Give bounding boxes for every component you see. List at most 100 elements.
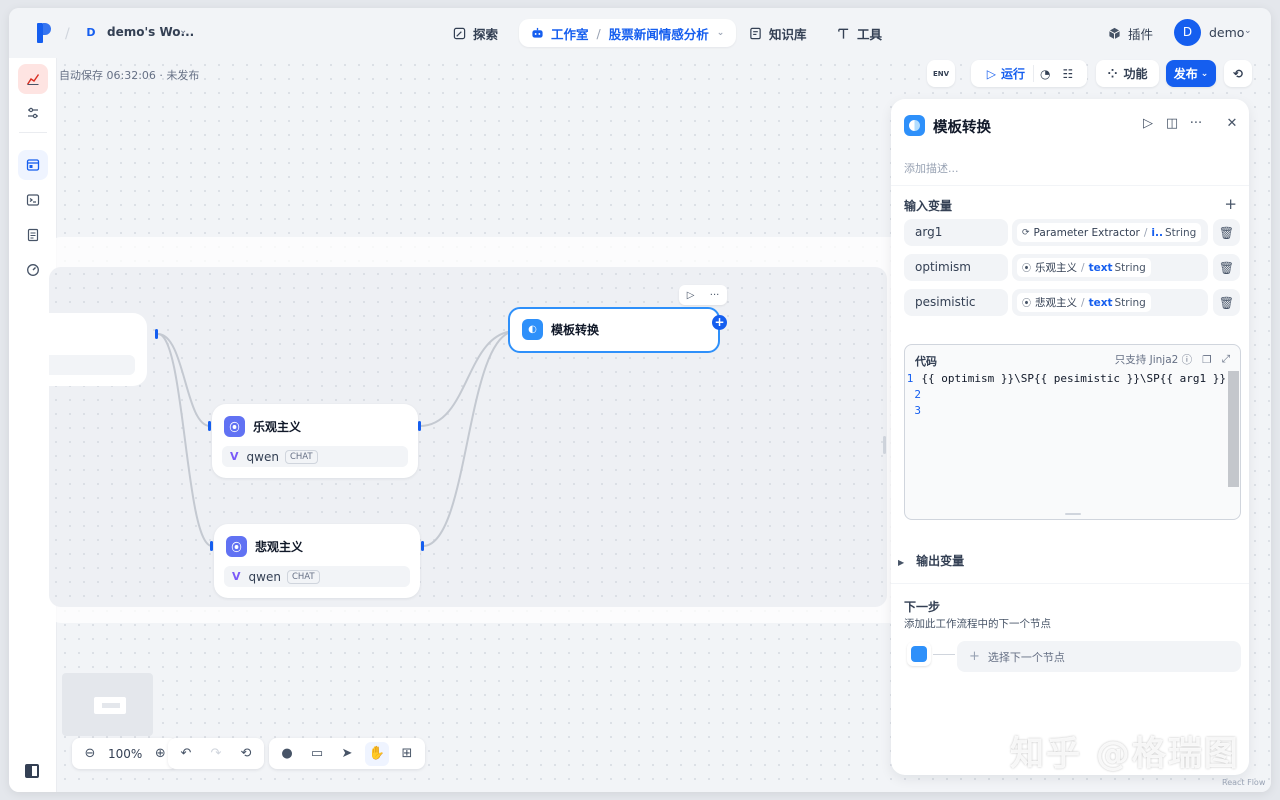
source-node: 乐观主义 <box>1035 262 1078 274</box>
variable-selector[interactable]: ⦿ 乐观主义 / text String <box>1012 254 1208 281</box>
logs-icon[interactable] <box>18 220 48 250</box>
feature-button[interactable]: ⁘ 功能 <box>1096 60 1159 87</box>
variable-name-input[interactable]: pesimistic <box>904 289 1008 316</box>
minimap[interactable] <box>62 673 153 736</box>
variable-selector[interactable]: ⦿ 悲观主义 / text String <box>1012 289 1208 316</box>
nav-studio-label: 工作室 <box>551 26 589 42</box>
divider <box>891 583 1249 584</box>
nav-explore-label: 探索 <box>473 26 499 42</box>
nav-plugins-label: 插件 <box>1128 26 1154 42</box>
node-handle[interactable] <box>208 421 211 431</box>
variable-reference: ⦿ 乐观主义 / text String <box>1017 258 1151 277</box>
add-node-icon[interactable]: ● <box>275 742 299 766</box>
panel-actions: ▷ ◫ ··· ✕ <box>1141 116 1239 131</box>
source-node: Parameter Extractor <box>1033 226 1140 239</box>
nav-knowledge[interactable]: 知识库 <box>749 19 807 47</box>
variable-selector[interactable]: ⟳ Parameter Extractor / i.. String <box>1012 219 1208 246</box>
qwen-logo-icon: V <box>232 570 241 583</box>
redo-icon[interactable]: ↷ <box>204 742 228 766</box>
orchestrate-icon[interactable] <box>18 150 48 180</box>
code-lines[interactable]: 1{{ optimism }}\SP{{ pesimistic }}\SP{{ … <box>905 371 1226 419</box>
add-note-icon[interactable]: ▭ <box>305 742 329 766</box>
select-next-node-button[interactable]: + 选择下一个节点 <box>957 641 1241 672</box>
dify-logo[interactable] <box>37 23 51 43</box>
history-icon[interactable]: ⟲ <box>234 742 258 766</box>
panel-title[interactable]: 模板转换 <box>933 116 991 137</box>
hand-icon[interactable]: ✋ <box>365 741 389 766</box>
template-icon <box>904 115 925 136</box>
partial-node[interactable] <box>49 313 147 386</box>
checklist-icon[interactable]: ☷ <box>1056 67 1079 81</box>
variable-name-input[interactable]: optimism <box>904 254 1008 281</box>
nav-explore[interactable]: 探索 <box>453 19 498 47</box>
settings-sliders-icon[interactable] <box>18 98 48 128</box>
nav-studio[interactable]: 工作室 / 股票新闻情感分析 ⌄ <box>519 19 737 47</box>
env-button[interactable]: ENV <box>927 60 955 87</box>
version-history-icon[interactable]: ⟲ <box>1224 60 1252 87</box>
model-name: qwen <box>246 449 279 464</box>
node-toolbar: ▷ ··· <box>679 285 727 305</box>
chevron-down-icon[interactable]: ⌄ <box>1244 26 1252 36</box>
app-icon[interactable] <box>18 64 48 94</box>
variable-type: String <box>1114 261 1146 274</box>
add-next-node-icon[interactable]: + <box>712 315 727 330</box>
terminal-icon[interactable] <box>18 185 48 215</box>
trash-icon[interactable]: 🗑 <box>1213 289 1240 316</box>
llm-node-optimism[interactable]: ⦿ 乐观主义 V qwen CHAT <box>212 404 418 478</box>
monitoring-icon[interactable] <box>18 255 48 285</box>
more-icon[interactable]: ··· <box>710 290 720 301</box>
nav-plugins[interactable]: 插件 <box>1108 19 1153 47</box>
trash-icon[interactable]: 🗑 <box>1213 254 1240 281</box>
resize-grip[interactable] <box>1065 513 1081 515</box>
node-handle[interactable] <box>210 541 213 551</box>
code-line: 2 <box>914 388 921 401</box>
pointer-icon[interactable]: ➤ <box>335 742 359 766</box>
run-history-icon[interactable]: ◔ <box>1034 67 1056 81</box>
llm-icon: ⦿ <box>226 536 247 557</box>
description-input[interactable]: 添加描述... <box>904 160 959 176</box>
node-title-label: 悲观主义 <box>255 540 304 554</box>
node-handle[interactable] <box>155 329 158 339</box>
zoom-level[interactable]: 100% <box>108 747 142 761</box>
publish-button[interactable]: 发布 ⌄ <box>1166 60 1216 87</box>
react-flow-attribution[interactable]: React Flow <box>1222 778 1265 787</box>
code-tools: 只支持 Jinja2 ⓘ ❐ ⤢ <box>1115 352 1230 367</box>
node-handle[interactable] <box>418 421 421 431</box>
node-handle[interactable] <box>421 541 424 551</box>
expand-icon[interactable]: ⤢ <box>1222 353 1230 366</box>
split-view-icon[interactable]: ◫ <box>1165 116 1179 131</box>
run-node-icon[interactable]: ▷ <box>1141 116 1155 131</box>
run-button[interactable]: ▷ 运行 <box>979 65 1034 82</box>
trash-icon[interactable]: 🗑 <box>1213 219 1240 246</box>
panel-resize-handle[interactable] <box>883 436 886 454</box>
toggle-sidebar-icon[interactable] <box>25 764 39 778</box>
code-editor[interactable]: 代码 只支持 Jinja2 ⓘ ❐ ⤢ 1{{ optimism }}\SP{{… <box>904 344 1241 520</box>
user-name[interactable]: demo <box>1209 25 1244 40</box>
copy-icon[interactable]: ❐ <box>1202 354 1211 366</box>
close-icon[interactable]: ✕ <box>1225 116 1239 131</box>
output-vars-toggle[interactable]: ▶ 输出变量 <box>898 552 964 569</box>
node-title-label: 模板转换 <box>551 323 600 337</box>
undo-icon[interactable]: ↶ <box>174 742 198 766</box>
chevron-down-icon[interactable]: ⌄ <box>717 28 725 38</box>
variable-reference: ⟳ Parameter Extractor / i.. String <box>1017 223 1202 242</box>
run-node-icon[interactable]: ▷ <box>687 290 695 301</box>
scrollbar[interactable] <box>1228 371 1239 487</box>
zoom-out-icon[interactable]: ⊖ <box>78 742 102 766</box>
llm-node-pessimism[interactable]: ⦿ 悲观主义 V qwen CHAT <box>214 524 420 598</box>
nav-tools[interactable]: 工具 <box>837 19 882 47</box>
variable-name-input[interactable]: arg1 <box>904 219 1008 246</box>
template-transform-node[interactable]: ◐ 模板转换 <box>508 307 720 353</box>
run-label: 运行 <box>1000 67 1025 81</box>
llm-icon: ⦿ <box>1022 264 1032 274</box>
chart-line-icon <box>26 74 40 85</box>
app-name[interactable]: 股票新闻情感分析 <box>609 24 709 43</box>
user-avatar[interactable]: D <box>1174 19 1201 46</box>
organize-icon[interactable]: ⊞ <box>395 742 419 766</box>
chevron-down-icon[interactable]: ⌄ <box>179 25 187 36</box>
node-title-label: 乐观主义 <box>253 420 302 434</box>
more-icon[interactable]: ··· <box>1189 116 1203 131</box>
nav-tools-label: 工具 <box>857 26 883 42</box>
add-variable-icon[interactable]: + <box>1224 195 1237 213</box>
input-vars-title: 输入变量 <box>904 199 953 213</box>
